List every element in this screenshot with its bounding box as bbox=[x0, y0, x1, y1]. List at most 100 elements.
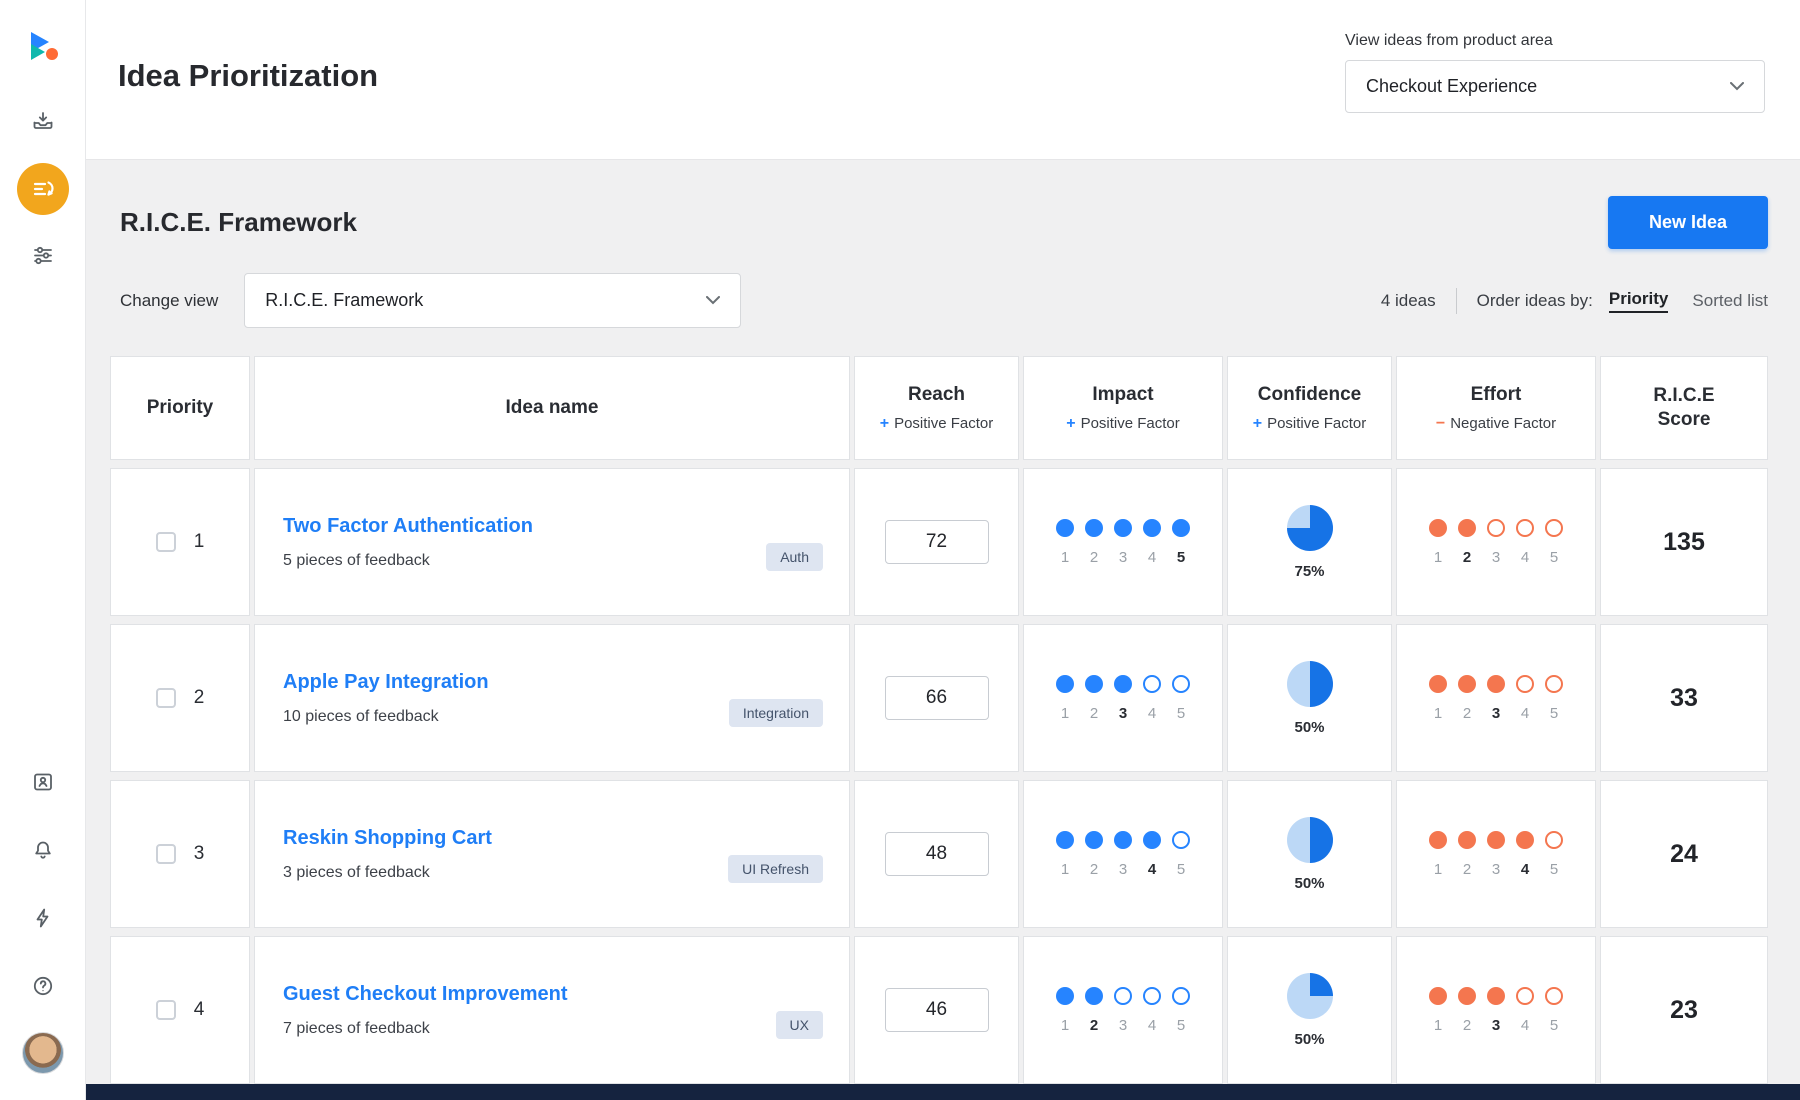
idea-link[interactable]: Apple Pay Integration bbox=[283, 671, 489, 694]
inbox-icon[interactable] bbox=[23, 101, 63, 141]
effort-rating[interactable] bbox=[1429, 519, 1563, 537]
lightning-icon[interactable] bbox=[23, 898, 63, 938]
impact-dot-1[interactable] bbox=[1056, 519, 1074, 537]
effort-dot-4[interactable] bbox=[1516, 519, 1534, 537]
effort-dot-1[interactable] bbox=[1429, 675, 1447, 693]
effort-rating[interactable] bbox=[1429, 831, 1563, 849]
reach-input[interactable]: 48 bbox=[885, 832, 989, 876]
impact-dot-2[interactable] bbox=[1085, 519, 1103, 537]
effort-dot-2[interactable] bbox=[1458, 675, 1476, 693]
effort-dot-2[interactable] bbox=[1458, 987, 1476, 1005]
impact-dot-2[interactable] bbox=[1085, 987, 1103, 1005]
effort-dot-1[interactable] bbox=[1429, 831, 1447, 849]
row-checkbox[interactable] bbox=[156, 532, 176, 552]
impact-dot-5[interactable] bbox=[1172, 675, 1190, 693]
impact-dot-2[interactable] bbox=[1085, 831, 1103, 849]
col-header-confidence-label: Confidence bbox=[1258, 383, 1361, 407]
impact-rating[interactable] bbox=[1056, 675, 1190, 693]
idea-link[interactable]: Reskin Shopping Cart bbox=[283, 827, 492, 850]
row-checkbox[interactable] bbox=[156, 844, 176, 864]
effort-dot-4[interactable] bbox=[1516, 675, 1534, 693]
impact-dot-4[interactable] bbox=[1143, 831, 1161, 849]
effort-cell: 12345 bbox=[1396, 624, 1596, 772]
page-title: Idea Prioritization bbox=[118, 58, 378, 94]
score-cell: 135 bbox=[1600, 468, 1768, 616]
sidebar bbox=[0, 0, 86, 1100]
impact-dot-5[interactable] bbox=[1172, 831, 1190, 849]
effort-dot-3[interactable] bbox=[1487, 987, 1505, 1005]
effort-dot-2[interactable] bbox=[1458, 519, 1476, 537]
feedback-count: 7 pieces of feedback bbox=[283, 1020, 430, 1038]
effort-dot-5[interactable] bbox=[1545, 519, 1563, 537]
rice-score: 135 bbox=[1663, 528, 1705, 557]
impact-dot-4[interactable] bbox=[1143, 675, 1161, 693]
reach-factor-label: + Positive Factor bbox=[880, 415, 994, 433]
chevron-down-icon bbox=[1730, 82, 1744, 91]
product-area-select[interactable]: Checkout Experience bbox=[1345, 60, 1765, 113]
effort-dot-4[interactable] bbox=[1516, 987, 1534, 1005]
impact-scale: 12345 bbox=[1056, 861, 1190, 878]
impact-dot-1[interactable] bbox=[1056, 987, 1074, 1005]
new-idea-button[interactable]: New Idea bbox=[1608, 196, 1768, 249]
impact-dot-3[interactable] bbox=[1114, 675, 1132, 693]
reach-input[interactable]: 66 bbox=[885, 676, 989, 720]
impact-dot-1[interactable] bbox=[1056, 831, 1074, 849]
impact-scale-number: 4 bbox=[1143, 861, 1161, 878]
effort-dot-4[interactable] bbox=[1516, 831, 1534, 849]
impact-dot-3[interactable] bbox=[1114, 987, 1132, 1005]
effort-dot-5[interactable] bbox=[1545, 675, 1563, 693]
confidence-pie[interactable] bbox=[1287, 505, 1333, 551]
idea-cell: Apple Pay Integration10 pieces of feedba… bbox=[254, 624, 850, 772]
view-select[interactable]: R.I.C.E. Framework bbox=[244, 273, 741, 328]
reach-input[interactable]: 46 bbox=[885, 988, 989, 1032]
priority-number: 3 bbox=[194, 843, 205, 865]
sort-priority-toggle[interactable]: Priority bbox=[1609, 289, 1669, 313]
effort-rating[interactable] bbox=[1429, 675, 1563, 693]
effort-dot-3[interactable] bbox=[1487, 831, 1505, 849]
view-toolbar: Change view R.I.C.E. Framework 4 ideas O… bbox=[110, 273, 1768, 328]
confidence-pie[interactable] bbox=[1287, 973, 1333, 1019]
impact-dot-3[interactable] bbox=[1114, 831, 1132, 849]
impact-scale-number: 1 bbox=[1056, 1017, 1074, 1034]
productboard-logo[interactable] bbox=[25, 28, 61, 69]
user-avatar[interactable] bbox=[22, 1032, 64, 1074]
effort-dot-5[interactable] bbox=[1545, 831, 1563, 849]
effort-dot-5[interactable] bbox=[1545, 987, 1563, 1005]
reach-input[interactable]: 72 bbox=[885, 520, 989, 564]
impact-scale: 12345 bbox=[1056, 1017, 1190, 1034]
impact-dot-1[interactable] bbox=[1056, 675, 1074, 693]
effort-dot-2[interactable] bbox=[1458, 831, 1476, 849]
idea-tag: Auth bbox=[766, 543, 823, 571]
impact-rating[interactable] bbox=[1056, 831, 1190, 849]
help-icon[interactable] bbox=[23, 966, 63, 1006]
row-checkbox[interactable] bbox=[156, 1000, 176, 1020]
impact-dot-4[interactable] bbox=[1143, 987, 1161, 1005]
col-header-effort: Effort − Negative Factor bbox=[1396, 356, 1596, 460]
bell-icon[interactable] bbox=[23, 830, 63, 870]
idea-link[interactable]: Guest Checkout Improvement bbox=[283, 983, 568, 1006]
effort-rating[interactable] bbox=[1429, 987, 1563, 1005]
impact-rating[interactable] bbox=[1056, 519, 1190, 537]
effort-dot-3[interactable] bbox=[1487, 675, 1505, 693]
contact-card-icon[interactable] bbox=[23, 762, 63, 802]
effort-dot-1[interactable] bbox=[1429, 987, 1447, 1005]
impact-scale-number: 3 bbox=[1114, 549, 1132, 566]
impact-dot-3[interactable] bbox=[1114, 519, 1132, 537]
impact-dot-2[interactable] bbox=[1085, 675, 1103, 693]
sort-sorted-list-toggle[interactable]: Sorted list bbox=[1692, 291, 1768, 311]
impact-dot-5[interactable] bbox=[1172, 519, 1190, 537]
sliders-icon[interactable] bbox=[23, 235, 63, 275]
impact-dot-5[interactable] bbox=[1172, 987, 1190, 1005]
impact-dot-4[interactable] bbox=[1143, 519, 1161, 537]
confidence-pie[interactable] bbox=[1287, 817, 1333, 863]
effort-dot-1[interactable] bbox=[1429, 519, 1447, 537]
effort-dot-3[interactable] bbox=[1487, 519, 1505, 537]
prioritization-icon[interactable] bbox=[17, 163, 69, 215]
idea-link[interactable]: Two Factor Authentication bbox=[283, 515, 533, 538]
row-checkbox[interactable] bbox=[156, 688, 176, 708]
impact-rating[interactable] bbox=[1056, 987, 1190, 1005]
main-area: Idea Prioritization View ideas from prod… bbox=[86, 0, 1800, 1100]
confidence-pie[interactable] bbox=[1287, 661, 1333, 707]
col-header-confidence: Confidence + Positive Factor bbox=[1227, 356, 1392, 460]
score-cell: 24 bbox=[1600, 780, 1768, 928]
